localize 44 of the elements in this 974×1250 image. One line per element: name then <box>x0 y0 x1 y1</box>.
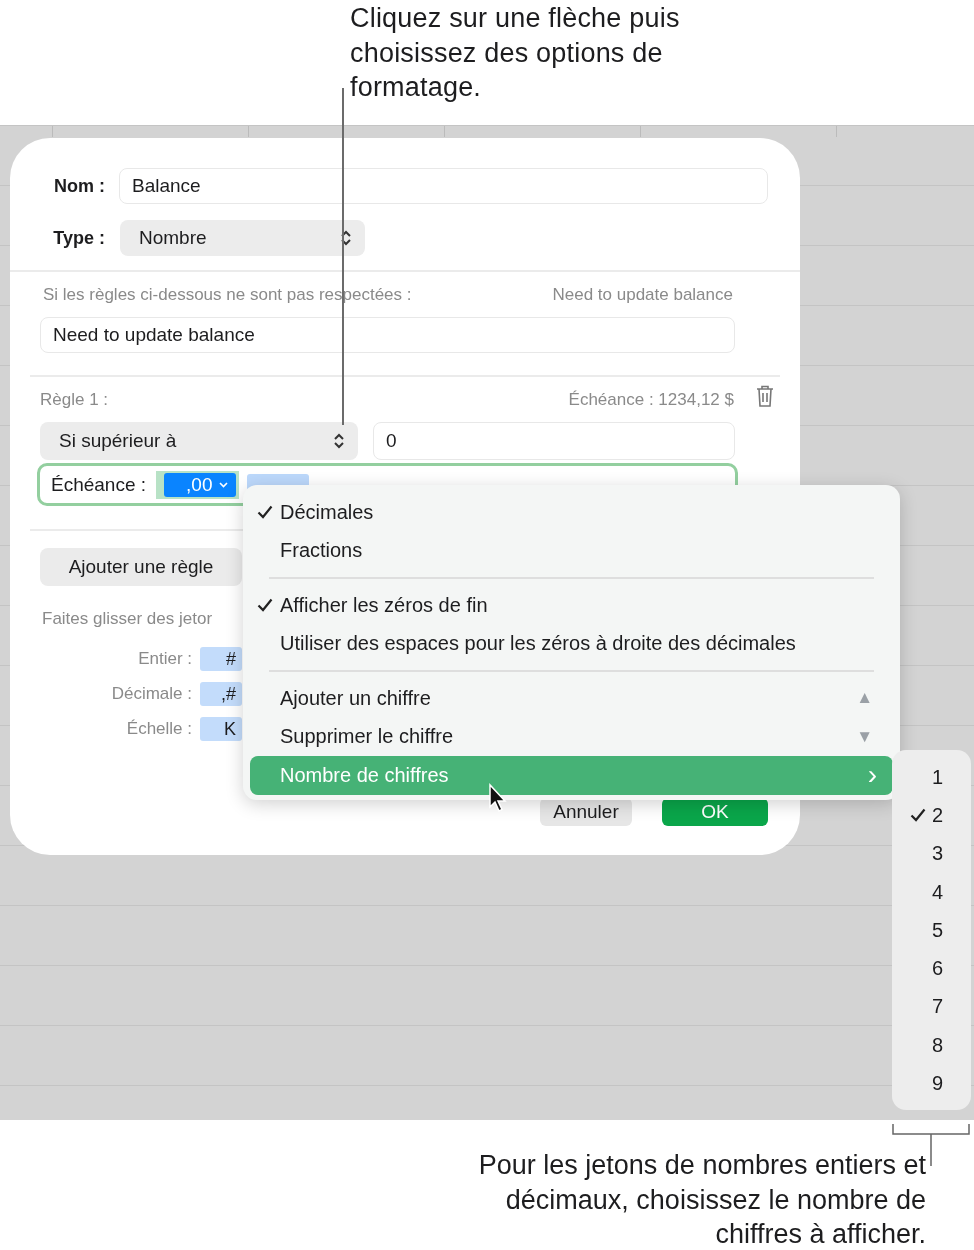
cancel-button[interactable]: Annuler <box>540 798 632 826</box>
menu-item[interactable]: 3 <box>892 834 971 873</box>
checkmark-icon <box>257 598 273 613</box>
menu-item[interactable]: 1 <box>892 758 971 797</box>
type-popup[interactable]: Nombre <box>120 220 365 256</box>
menu-item[interactable]: 9 <box>892 1064 971 1103</box>
checkmark-icon <box>909 808 926 823</box>
rule-label: Règle 1 : <box>40 390 109 410</box>
format-token[interactable]: K <box>200 717 242 741</box>
name-label: Nom : <box>53 175 105 197</box>
message-field[interactable]: Need to update balance <box>40 317 735 353</box>
menu-item[interactable]: 2 <box>892 796 971 835</box>
menu-item[interactable]: 4 <box>892 872 971 912</box>
menu-item[interactable]: 5 <box>892 911 971 950</box>
value-field[interactable]: 0 <box>373 422 735 460</box>
token-label: Entier : <box>137 649 192 669</box>
menu-item[interactable]: Ajouter un chiffre ▲ <box>250 679 893 718</box>
stepper-icon <box>333 433 345 449</box>
fallback-preview: Need to update balance <box>552 285 733 305</box>
token-label: Échelle : <box>125 719 192 739</box>
callout-text: Cliquez sur une flèche puis choisissez des options de formatage. <box>350 2 681 104</box>
format-label: Échéance : <box>51 473 147 496</box>
callout-text: Pour les jetons de nombres entiers et décimaux, choisissez le nombre de chiffres à afficher. <box>477 1149 926 1250</box>
stepper-icon <box>340 230 352 246</box>
trash-icon[interactable] <box>755 384 775 408</box>
drag-hint: Faites glisser des jetor <box>41 609 214 629</box>
format-token[interactable]: # <box>200 647 242 671</box>
type-label: Type : <box>52 227 105 249</box>
menu-item[interactable]: 8 <box>892 1026 971 1065</box>
menu-item[interactable]: Supprimer le chiffre ▼ <box>250 717 893 756</box>
rule-preview: Échéance : 1234,12 $ <box>568 390 734 410</box>
menu-item[interactable]: Fractions <box>250 531 893 570</box>
name-field[interactable]: Balance <box>119 168 768 204</box>
checkmark-icon <box>257 505 273 520</box>
menu-item[interactable]: 6 <box>892 949 971 988</box>
token-label: Décimale : <box>110 684 192 704</box>
add-rule-button[interactable]: Ajouter une règle <box>40 548 242 586</box>
chevron-icon <box>218 481 228 488</box>
format-token[interactable]: ,# <box>200 682 242 706</box>
menu-item[interactable]: 7 <box>892 987 971 1027</box>
condition-popup[interactable]: Si supérieur à <box>40 422 358 460</box>
decimal-token[interactable]: ,00 <box>164 472 236 497</box>
menu-item[interactable]: Utiliser des espaces pour les zéros à droite des décimales <box>250 624 893 663</box>
menu-item[interactable]: Afficher les zéros de fin <box>250 586 893 625</box>
